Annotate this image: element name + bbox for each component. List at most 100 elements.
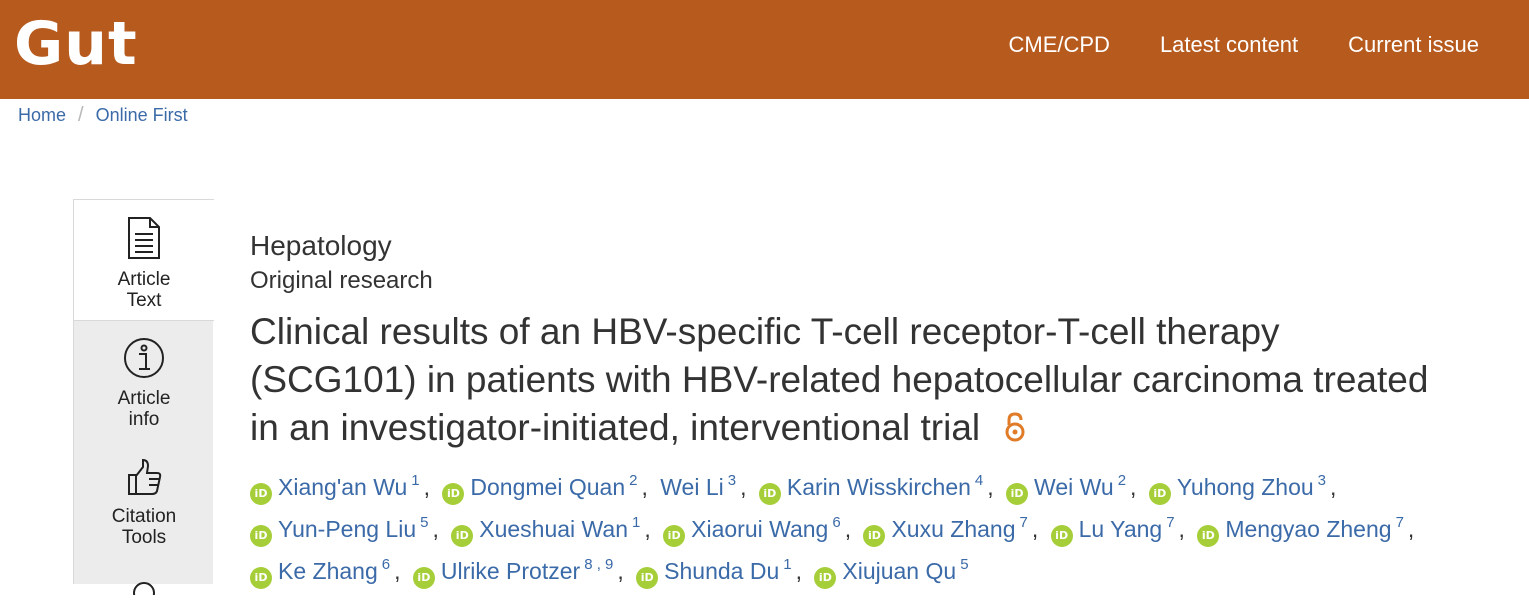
author-affiliation[interactable]: 5 bbox=[420, 514, 428, 531]
orcid-icon[interactable]: iD bbox=[814, 567, 837, 590]
author-name-link[interactable]: Xuxu Zhang bbox=[891, 516, 1015, 542]
author-item: iD Xiaorui Wang 6 bbox=[663, 514, 841, 548]
orcid-icon[interactable]: iD bbox=[636, 567, 659, 590]
nav-cme-cpd[interactable]: CME/CPD bbox=[1008, 30, 1109, 60]
author-item: iD Xueshuai Wan 1 bbox=[451, 514, 640, 548]
author-item: iD Shunda Du 1 bbox=[636, 556, 792, 590]
article-title: Clinical results of an HBV-specific T-ce… bbox=[250, 308, 1440, 454]
site-header: Gut CME/CPD Latest content Current issue bbox=[0, 0, 1529, 99]
author-item: iD Xiujuan Qu 5 bbox=[814, 556, 969, 590]
orcid-icon[interactable]: iD bbox=[250, 567, 272, 590]
tab-label-line2: Text bbox=[126, 290, 162, 311]
breadcrumb-home[interactable]: Home bbox=[18, 105, 66, 126]
author-list: iD Xiang'an Wu 1, iD Dongmei Quan 2, Wei Li 3… bbox=[250, 466, 1520, 592]
author-separator: , bbox=[394, 558, 401, 585]
author-affiliation[interactable]: 1 bbox=[783, 556, 791, 573]
author-affiliation[interactable]: 4 bbox=[975, 472, 983, 489]
open-access-lock-icon bbox=[1004, 406, 1026, 454]
nav-current-issue[interactable]: Current issue bbox=[1348, 30, 1479, 60]
author-name-link[interactable]: Xiaorui Wang bbox=[691, 516, 828, 542]
document-icon bbox=[74, 216, 214, 265]
thumbs-up-icon bbox=[74, 457, 214, 502]
author-name-link[interactable]: Mengyao Zheng bbox=[1225, 516, 1391, 542]
tab-label-line2: info bbox=[128, 409, 160, 430]
author-affiliation[interactable]: 5 bbox=[960, 556, 968, 573]
article-title-text: Clinical results of an HBV-specific T-ce… bbox=[250, 311, 1429, 448]
author-separator: , bbox=[1130, 474, 1137, 501]
nav-latest-content[interactable]: Latest content bbox=[1160, 30, 1298, 60]
author-affiliation[interactable]: 7 bbox=[1020, 514, 1028, 531]
orcid-icon[interactable]: iD bbox=[663, 525, 686, 548]
author-name-link[interactable]: Ulrike Protzer bbox=[441, 558, 580, 584]
journal-logo[interactable]: Gut bbox=[14, 8, 138, 80]
author-item: iD Xuxu Zhang 7 bbox=[863, 514, 1028, 548]
author-name-link[interactable]: Yun-Peng Liu bbox=[278, 516, 416, 542]
author-affiliation[interactable]: 8 , 9 bbox=[584, 556, 613, 573]
author-affiliation[interactable]: 1 bbox=[411, 472, 419, 489]
author-name-link[interactable]: Yuhong Zhou bbox=[1177, 474, 1314, 500]
author-affiliation[interactable]: 3 bbox=[728, 472, 736, 489]
author-affiliation[interactable]: 7 bbox=[1396, 514, 1404, 531]
author-item: iD Yuhong Zhou 3 bbox=[1148, 472, 1326, 506]
author-separator: , bbox=[1330, 474, 1337, 501]
author-item: iD Lu Yang 7 bbox=[1050, 514, 1175, 548]
orcid-icon[interactable]: iD bbox=[451, 525, 474, 548]
author-item: iD Xiang'an Wu 1 bbox=[250, 472, 420, 506]
author-separator: , bbox=[617, 558, 624, 585]
orcid-icon[interactable]: iD bbox=[250, 483, 272, 506]
author-affiliation[interactable]: 6 bbox=[382, 556, 390, 573]
tab-more[interactable] bbox=[74, 565, 214, 605]
tab-citation-tools[interactable]: Citation Tools bbox=[74, 443, 214, 558]
author-affiliation[interactable]: 3 bbox=[1318, 472, 1326, 489]
orcid-icon[interactable]: iD bbox=[250, 525, 272, 548]
author-affiliation[interactable]: 7 bbox=[1166, 514, 1174, 531]
author-affiliation[interactable]: 1 bbox=[632, 514, 640, 531]
author-separator: , bbox=[423, 474, 431, 501]
orcid-icon[interactable]: iD bbox=[1050, 525, 1073, 548]
author-affiliation[interactable]: 2 bbox=[1118, 472, 1126, 489]
article-header: Hepatology Original research Clinical re… bbox=[250, 228, 1520, 592]
author-separator: , bbox=[1031, 516, 1039, 543]
author-name-link[interactable]: Ke Zhang bbox=[278, 558, 378, 584]
article-sidebar-tabs: Article Text Article info Citation Tools bbox=[73, 199, 214, 604]
author-affiliation[interactable]: 6 bbox=[832, 514, 840, 531]
orcid-icon[interactable]: iD bbox=[758, 483, 781, 506]
orcid-icon[interactable]: iD bbox=[1006, 483, 1029, 506]
author-name-link[interactable]: Dongmei Quan bbox=[470, 474, 625, 500]
author-separator: , bbox=[844, 516, 852, 543]
author-item: iD Ke Zhang 6 bbox=[250, 556, 390, 590]
author-separator: , bbox=[987, 474, 994, 501]
author-separator: , bbox=[1407, 516, 1415, 543]
breadcrumb-online-first[interactable]: Online First bbox=[96, 105, 188, 126]
tab-label-line2: Tools bbox=[121, 527, 167, 548]
orcid-icon[interactable]: iD bbox=[1197, 525, 1220, 548]
author-name-link[interactable]: Lu Yang bbox=[1079, 516, 1163, 542]
orcid-icon[interactable]: iD bbox=[442, 483, 465, 506]
author-separator: , bbox=[740, 474, 747, 501]
tab-article-info[interactable]: Article info bbox=[74, 321, 214, 441]
author-item: iD Ulrike Protzer 8 , 9 bbox=[412, 556, 613, 590]
breadcrumb-separator: / bbox=[78, 104, 84, 126]
author-name-link[interactable]: Shunda Du bbox=[664, 558, 779, 584]
orcid-icon[interactable]: iD bbox=[1148, 483, 1171, 506]
author-separator: , bbox=[644, 516, 651, 543]
tab-article-text[interactable]: Article Text bbox=[74, 199, 214, 321]
article-subject: Hepatology bbox=[250, 230, 392, 261]
author-item: iD Mengyao Zheng 7 bbox=[1197, 514, 1404, 548]
author-item: iD Wei Wu 2 bbox=[1006, 472, 1126, 506]
orcid-icon[interactable]: iD bbox=[863, 525, 886, 548]
author-item: iD Yun-Peng Liu 5 bbox=[250, 514, 428, 548]
partial-icon bbox=[74, 575, 214, 604]
author-name-link[interactable]: Wei Wu bbox=[1034, 474, 1114, 500]
author-separator: , bbox=[641, 474, 648, 501]
author-name-link[interactable]: Xiujuan Qu bbox=[842, 558, 956, 584]
author-name-link[interactable]: Wei Li bbox=[660, 474, 724, 500]
author-name-link[interactable]: Xiang'an Wu bbox=[278, 474, 407, 500]
tab-label-line1: Article bbox=[117, 269, 171, 290]
orcid-icon[interactable]: iD bbox=[412, 567, 435, 590]
author-affiliation[interactable]: 2 bbox=[629, 472, 637, 489]
author-name-link[interactable]: Xueshuai Wan bbox=[479, 516, 628, 542]
author-name-link[interactable]: Karin Wisskirchen bbox=[787, 474, 971, 500]
author-item: Wei Li 3 bbox=[660, 472, 736, 500]
breadcrumb: Home / Online First bbox=[18, 104, 188, 127]
